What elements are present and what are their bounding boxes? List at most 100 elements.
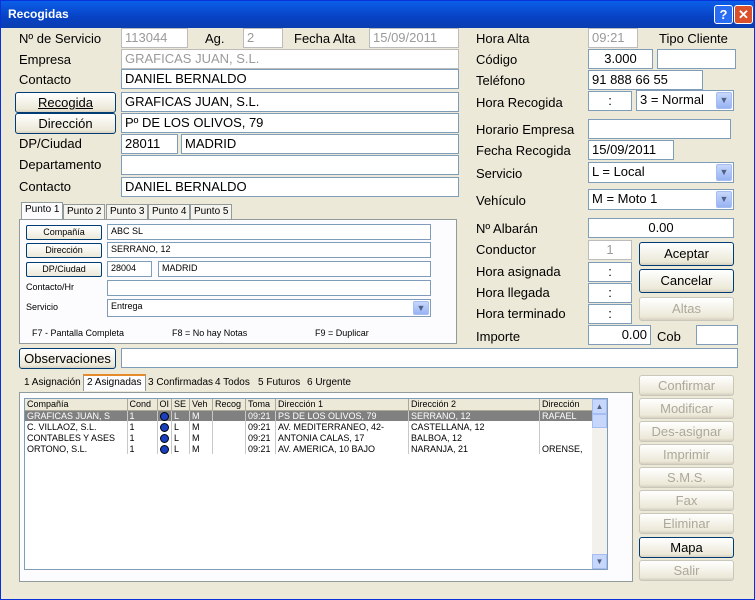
imprimir-button[interactable]: Imprimir	[639, 444, 734, 465]
hora-llegada-field[interactable]: :	[588, 283, 632, 303]
ciudad-field[interactable]: MADRID	[181, 134, 459, 154]
altas-button[interactable]: Altas	[639, 297, 734, 321]
importe-field[interactable]: 0.00	[588, 325, 651, 345]
table-cell: ORENSE,	[539, 443, 601, 454]
tab-futuros[interactable]: 5 Futuros	[255, 376, 303, 393]
modificar-button[interactable]: Modificar	[639, 398, 734, 419]
salir-button[interactable]: Salir	[639, 560, 734, 581]
contacto-field[interactable]: DANIEL BERNALDO	[121, 69, 459, 89]
empresa-field[interactable]: GRAFICAS JUAN, S.L.	[121, 49, 459, 69]
fecha-alta-field[interactable]: 15/09/2011	[369, 28, 459, 48]
table-cell: AV. AMERICA, 10 BAJO	[275, 443, 410, 454]
confirmar-button[interactable]: Confirmar	[639, 375, 734, 396]
dp-field[interactable]: 28011	[121, 134, 178, 154]
hora-alta-field[interactable]: 09:21	[588, 28, 638, 48]
scroll-down-icon[interactable]: ▼	[592, 554, 607, 569]
dp-ciudad-label: DP/Ciudad	[19, 136, 82, 151]
chevron-down-icon[interactable]: ▼	[413, 301, 429, 315]
chevron-down-icon[interactable]: ▼	[716, 164, 732, 181]
grid-scrollbar[interactable]: ▲ ▼	[592, 399, 607, 569]
desasignar-button[interactable]: Des-asignar	[639, 421, 734, 442]
direccion-field[interactable]: Pº DE LOS OLIVOS, 79	[121, 113, 459, 133]
departamento-field[interactable]	[121, 155, 459, 175]
punto-compania-field[interactable]: ABC SL	[107, 224, 431, 240]
table-row[interactable]: GRAFICAS JUAN, S 1 L M 09:21 PS DE LOS OLIVOS…	[25, 410, 601, 421]
conductor-field[interactable]: 1	[588, 240, 632, 260]
direccion-button[interactable]: Dirección	[15, 113, 116, 134]
recogida-field[interactable]: GRAFICAS JUAN, S.L.	[121, 92, 459, 112]
help-button[interactable]: ?	[714, 5, 733, 24]
albaran-field[interactable]: 0.00	[588, 218, 734, 238]
chevron-down-icon[interactable]: ▼	[716, 191, 732, 208]
tab-urgente[interactable]: 6 Urgente	[304, 376, 354, 393]
vehiculo-select[interactable]: M = Moto 1 ▼	[588, 189, 734, 210]
compania-button[interactable]: Compañía	[26, 225, 102, 240]
observaciones-field[interactable]	[121, 348, 738, 368]
sms-button[interactable]: S.M.S.	[639, 467, 734, 488]
chevron-down-icon[interactable]: ▼	[716, 92, 732, 109]
punto-dp-field[interactable]: 28004	[107, 261, 152, 277]
close-button[interactable]: ✕	[734, 5, 753, 24]
eliminar-button[interactable]: Eliminar	[639, 513, 734, 534]
table-cell: GRAFICAS JUAN, S	[25, 410, 128, 421]
codigo2-field[interactable]	[657, 49, 736, 69]
recogida-button[interactable]: Recogida	[15, 92, 116, 113]
column-header[interactable]: Dirección 1	[275, 399, 410, 411]
column-header[interactable]: Dirección 2	[408, 399, 541, 411]
column-header[interactable]: Recog	[212, 399, 247, 411]
punto-contacto-field[interactable]	[107, 280, 431, 296]
table-row[interactable]: CONTABLES Y ASES 1 L M 09:21 ANTONIA CALAS, 1…	[25, 432, 601, 443]
table-cell	[539, 421, 601, 432]
servicio-field[interactable]: 113044	[121, 28, 188, 48]
cob-field[interactable]	[696, 325, 738, 345]
fax-button[interactable]: Fax	[639, 490, 734, 511]
observaciones-button[interactable]: Observaciones	[19, 348, 116, 369]
column-header[interactable]: Dirección	[539, 399, 601, 411]
punto-servicio-select[interactable]: Entrega ▼	[107, 299, 431, 317]
servicio-label: Servicio	[476, 166, 523, 181]
column-header[interactable]: Toma	[245, 399, 277, 411]
tab-asignacion[interactable]: 1 Asignación	[21, 376, 84, 393]
cancelar-button[interactable]: Cancelar	[639, 269, 734, 293]
column-header[interactable]: Cond	[127, 399, 158, 411]
tab-asignadas[interactable]: 2 Asignadas	[83, 374, 146, 391]
column-header[interactable]: OI	[157, 399, 172, 411]
hora-recogida-select[interactable]: 3 = Normal ▼	[636, 90, 734, 111]
ag-label: Ag.	[205, 31, 225, 46]
horario-empresa-field[interactable]	[588, 119, 731, 139]
mapa-button[interactable]: Mapa	[639, 537, 734, 558]
contacto2-field[interactable]: DANIEL BERNALDO	[121, 177, 459, 197]
punto-contacto-label: Contacto/Hr	[26, 282, 75, 292]
column-header[interactable]: Veh	[189, 399, 214, 411]
table-cell	[157, 410, 172, 421]
column-header[interactable]: SE	[171, 399, 191, 411]
punto-ciudad-field[interactable]: MADRID	[158, 261, 431, 277]
table-cell: M	[189, 421, 214, 432]
table-row[interactable]: C. VILLAOZ, S.L. 1 L M 09:21 AV. MEDITERRANEO…	[25, 421, 601, 432]
hora-asignada-label: Hora asignada	[476, 264, 561, 279]
aceptar-button[interactable]: Aceptar	[639, 242, 734, 266]
column-header[interactable]: Compañía	[25, 399, 128, 411]
table-cell: 1	[127, 410, 158, 421]
punto-dp-button[interactable]: DP/Ciudad	[26, 262, 102, 277]
services-grid[interactable]: Compañía Cond OI SE Veh Recog Toma Dirección 1D…	[24, 398, 608, 570]
servicio-select[interactable]: L = Local ▼	[588, 162, 734, 183]
codigo-field[interactable]: 3.000	[588, 49, 653, 69]
hora-terminado-field[interactable]: :	[588, 304, 632, 324]
ag-field[interactable]: 2	[243, 28, 283, 48]
hora-recogida-field[interactable]: :	[588, 91, 632, 111]
table-cell	[212, 410, 247, 421]
punto-direccion-field[interactable]: SERRANO, 12	[107, 242, 431, 258]
tab-confirmadas[interactable]: 3 Confirmadas	[145, 376, 216, 393]
telefono-label: Teléfono	[476, 73, 526, 88]
scroll-thumb[interactable]	[592, 414, 607, 428]
departamento-label: Departamento	[19, 157, 102, 172]
telefono-field[interactable]: 91 888 66 55	[588, 70, 703, 90]
tab-todos[interactable]: 4 Todos	[212, 376, 253, 393]
hora-asignada-field[interactable]: :	[588, 262, 632, 282]
fecha-recogida-field[interactable]: 15/09/2011	[588, 140, 674, 160]
table-row[interactable]: ORTONO, S.L. 1 L M 09:21 AV. AMERICA, 10 BAJO…	[25, 443, 601, 454]
table-cell: PS DE LOS OLIVOS, 79	[275, 410, 410, 421]
scroll-up-icon[interactable]: ▲	[592, 399, 607, 414]
punto-direccion-button[interactable]: Dirección	[26, 243, 102, 258]
